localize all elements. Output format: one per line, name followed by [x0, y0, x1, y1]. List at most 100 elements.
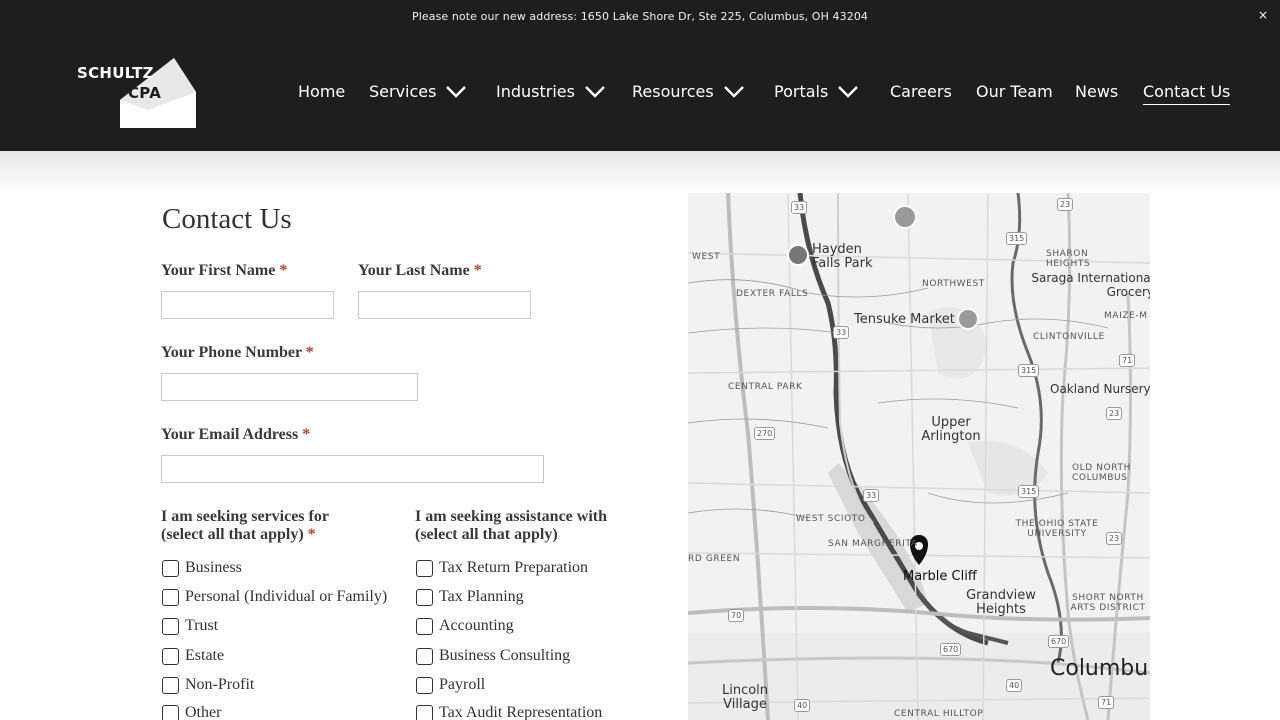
- nav-label: Contact Us: [1143, 82, 1231, 105]
- announcement-text: Please note our new address: 1650 Lake S…: [411, 10, 869, 23]
- map-label: Grandview Heights: [966, 588, 1036, 617]
- checkbox[interactable]: [162, 704, 179, 720]
- site-header: SCHULTZ CPA Home Services Industries Res…: [0, 36, 1280, 151]
- checkbox-non-profit[interactable]: Non-Profit: [162, 676, 254, 694]
- checkbox-label: Business Consulting: [439, 647, 571, 664]
- map-label: Upper Arlington: [921, 415, 981, 444]
- map-label: WEST: [692, 252, 721, 262]
- checkbox-label: Tax Return Preparation: [439, 559, 589, 576]
- checkbox[interactable]: [162, 617, 179, 635]
- checkbox-label: Business: [185, 559, 242, 576]
- label-text: I am seeking services for: [161, 508, 329, 525]
- checkbox[interactable]: [416, 588, 433, 606]
- route-shield: 23: [1106, 407, 1123, 420]
- nav-label: Industries: [496, 82, 575, 101]
- label-text: Your Email Address: [161, 426, 299, 443]
- map-label: WEST SCIOTO: [796, 514, 866, 524]
- map-label: OLD NORTH COLUMBUS: [1072, 463, 1131, 483]
- label-text: Your Phone Number: [161, 344, 302, 361]
- logo[interactable]: SCHULTZ CPA: [76, 58, 198, 128]
- checkbox[interactable]: [162, 647, 179, 665]
- checkbox-tax-planning[interactable]: Tax Planning: [416, 588, 524, 606]
- checkbox-personal[interactable]: Personal (Individual or Family): [162, 588, 387, 606]
- checkbox-payroll[interactable]: Payroll: [416, 676, 485, 694]
- nav-news[interactable]: News: [1075, 82, 1118, 101]
- checkbox-label: Trust: [185, 617, 219, 634]
- checkbox-label: Personal (Individual or Family): [185, 588, 388, 605]
- nav-careers[interactable]: Careers: [890, 82, 952, 101]
- checkbox-business-consulting[interactable]: Business Consulting: [416, 647, 570, 665]
- checkbox[interactable]: [416, 647, 433, 665]
- first-name-label: Your First Name *: [161, 262, 287, 280]
- close-icon[interactable]: ×: [1258, 8, 1268, 22]
- map-label: Saraga International Grocery: [1031, 271, 1150, 299]
- checkbox-label: Other: [185, 704, 222, 720]
- map-label: DEXTER FALLS: [736, 289, 809, 299]
- chevron-down-icon[interactable]: [584, 85, 606, 99]
- required-mark: *: [307, 526, 316, 543]
- map-label: CENTRAL HILLTOP: [894, 709, 984, 719]
- nav-our-team[interactable]: Our Team: [976, 82, 1053, 101]
- route-shield: 670: [940, 643, 962, 656]
- last-name-field[interactable]: [358, 291, 531, 319]
- checkbox[interactable]: [162, 559, 179, 577]
- nav-contact-us[interactable]: Contact Us: [1143, 82, 1231, 105]
- chevron-down-icon[interactable]: [723, 85, 745, 99]
- phone-field[interactable]: [161, 373, 418, 401]
- nav-label: Our Team: [976, 82, 1053, 101]
- label-text: Your Last Name: [358, 262, 470, 279]
- logo-text-line1: SCHULTZ: [77, 64, 154, 82]
- checkbox-accounting[interactable]: Accounting: [416, 617, 514, 635]
- route-shield: 315: [1018, 485, 1040, 498]
- location-map[interactable]: Hayden Falls Park WEST DEXTER FALLS NORT…: [688, 193, 1150, 720]
- checkbox[interactable]: [162, 676, 179, 694]
- route-shield: 71: [1119, 354, 1136, 367]
- map-label: SHARON HEIGHTS: [1046, 249, 1091, 269]
- label-text: (select all that apply): [415, 526, 558, 543]
- map-label: Hayden Falls Park: [812, 242, 873, 271]
- checkbox-tax-return[interactable]: Tax Return Preparation: [416, 559, 588, 577]
- checkbox-trust[interactable]: Trust: [162, 617, 218, 635]
- page-title: Contact Us: [162, 203, 292, 235]
- map-label: Columbu: [1050, 656, 1149, 681]
- map-label: NORTHWEST: [922, 279, 985, 289]
- announcement-bar: Please note our new address: 1650 Lake S…: [0, 0, 1280, 36]
- map-label: THE OHIO STATE UNIVERSITY: [1015, 519, 1099, 539]
- checkbox-tax-audit[interactable]: Tax Audit Representation: [416, 704, 602, 720]
- checkbox-estate[interactable]: Estate: [162, 647, 224, 665]
- route-shield: 670: [1048, 635, 1070, 648]
- nav-label: Resources: [632, 82, 714, 101]
- checkbox-label: Non-Profit: [185, 676, 255, 693]
- chevron-down-icon[interactable]: [837, 85, 859, 99]
- map-label: RD GREEN: [688, 554, 741, 564]
- route-shield: 270: [754, 427, 776, 440]
- assist-group-label: I am seeking assistance with (select all…: [415, 508, 607, 544]
- route-shield: 70: [728, 609, 745, 622]
- checkbox-label: Accounting: [439, 617, 514, 634]
- chevron-down-icon[interactable]: [445, 85, 467, 99]
- checkbox[interactable]: [416, 676, 433, 694]
- checkbox[interactable]: [416, 704, 433, 720]
- checkbox[interactable]: [416, 617, 433, 635]
- nav-label: Home: [298, 82, 346, 101]
- first-name-field[interactable]: [161, 291, 334, 319]
- required-mark: *: [279, 262, 288, 279]
- nav-label: Services: [369, 82, 437, 101]
- nav-services[interactable]: Services: [369, 82, 467, 101]
- checkbox-business[interactable]: Business: [162, 559, 242, 577]
- required-mark: *: [473, 262, 482, 279]
- nav-resources[interactable]: Resources: [632, 82, 745, 101]
- nav-industries[interactable]: Industries: [496, 82, 606, 101]
- checkbox-other[interactable]: Other: [162, 704, 221, 720]
- checkbox[interactable]: [416, 559, 433, 577]
- nav-portals[interactable]: Portals: [774, 82, 859, 101]
- last-name-label: Your Last Name *: [358, 262, 482, 280]
- nav-label: News: [1075, 82, 1119, 101]
- nav-home[interactable]: Home: [298, 82, 345, 101]
- map-label: Lincoln Village: [721, 683, 769, 712]
- route-shield: 71: [1098, 696, 1115, 709]
- route-shield: 315: [1006, 232, 1028, 245]
- checkbox-label: Tax Audit Representation: [439, 704, 603, 720]
- email-field[interactable]: [161, 455, 544, 483]
- checkbox[interactable]: [162, 588, 179, 606]
